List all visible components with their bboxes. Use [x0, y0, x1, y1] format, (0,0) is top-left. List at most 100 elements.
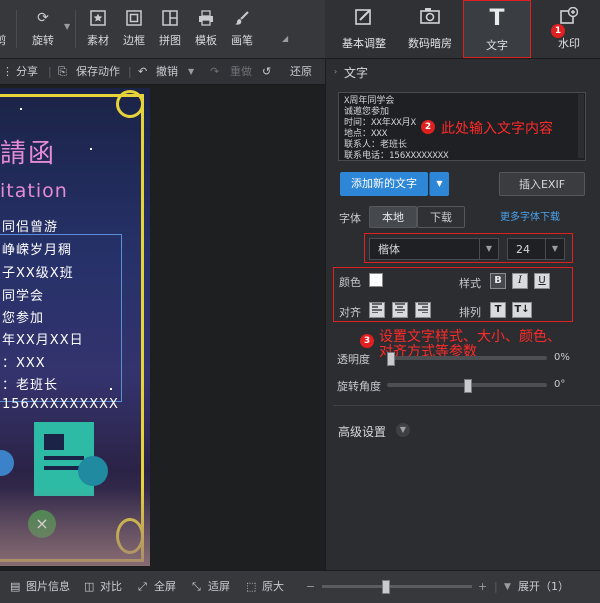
rotate-dropdown-icon[interactable]: ▼	[64, 22, 70, 31]
opacity-slider-thumb[interactable]	[387, 352, 395, 366]
panel-divider	[333, 405, 600, 406]
save-action-icon: ⎘	[58, 65, 67, 78]
textarea-line: 联系人：老班长	[344, 140, 408, 150]
font-family-select[interactable]: 楷体 ▼	[369, 238, 499, 260]
adjust-icon	[355, 7, 373, 29]
annotation-text-2: 此处输入文字内容	[441, 121, 553, 137]
poster-line: ：XXX	[2, 356, 46, 371]
font-size-select[interactable]: 24 ▼	[507, 238, 565, 260]
vertical-text-button[interactable]: T↓	[512, 302, 532, 318]
opacity-label: 透明度	[337, 353, 370, 366]
crop-icon	[0, 10, 10, 26]
align-left-button[interactable]	[369, 302, 385, 318]
toolbar-divider	[16, 10, 17, 48]
toolbar-item-collage[interactable]: 拼图	[152, 0, 188, 58]
add-text-dropdown-icon[interactable]: ▼	[429, 172, 449, 196]
zoom-out-icon[interactable]: −	[306, 571, 315, 603]
toolbar-label-template: 模板	[195, 34, 217, 47]
poster-line: 年XX月XX日	[2, 333, 84, 348]
expand-button[interactable]: 展开（1）	[518, 571, 569, 603]
zoom-slider-thumb[interactable]	[382, 580, 390, 594]
compare-button[interactable]: 对比	[100, 571, 122, 603]
zoom-in-icon[interactable]: +	[478, 571, 487, 603]
poster-title: 請函	[0, 139, 57, 169]
more-tools-icon[interactable]: ◢	[282, 34, 288, 43]
chevron-down-icon[interactable]: ▼	[396, 423, 410, 437]
horizontal-text-button[interactable]: T	[490, 302, 506, 318]
align-label: 对齐	[339, 306, 361, 319]
doc-block	[44, 434, 64, 450]
bold-button[interactable]: B	[490, 273, 506, 289]
textarea-scrollbar[interactable]	[578, 94, 584, 158]
restore-icon: ↺	[262, 65, 272, 78]
collage-icon	[161, 10, 179, 26]
original-size-button[interactable]: 原大	[262, 571, 284, 603]
mountain-illustration	[0, 488, 150, 566]
advanced-settings-label[interactable]: 高级设置	[338, 423, 386, 440]
align-right-icon	[418, 303, 428, 314]
toolbar-item-template[interactable]: 模板	[188, 0, 224, 58]
section-collapse-icon[interactable]: ›	[334, 67, 337, 76]
font-tab-local[interactable]: 本地	[369, 206, 417, 228]
textarea-line: X周年同学会	[344, 96, 395, 106]
redo-icon: ↷	[210, 65, 220, 78]
poster-line: 峥嵘岁月稠	[2, 243, 73, 258]
image-info-button[interactable]: 图片信息	[26, 571, 70, 603]
tab-watermark[interactable]: 水印	[539, 0, 599, 58]
toolbar-item-rotate[interactable]: ⟳ 旋转	[24, 0, 62, 58]
zoom-slider[interactable]	[322, 585, 472, 588]
bar-divider: |	[494, 580, 498, 593]
toolbar-item-frame[interactable]: 边框	[116, 0, 152, 58]
undo-dropdown-icon[interactable]: ▼	[188, 59, 194, 84]
save-action-button[interactable]: 保存动作	[76, 59, 120, 84]
toolbar-label-material: 素材	[87, 34, 109, 47]
annotation-badge-1: 1	[551, 24, 565, 38]
toolbar-item-brush[interactable]: 画笔	[224, 0, 260, 58]
annotation-badge-3: 3	[360, 334, 374, 348]
toolbar-partial-label: 剪	[0, 34, 7, 47]
add-text-button[interactable]: 添加新的文字	[340, 172, 428, 196]
redo-button[interactable]: 重做	[230, 59, 252, 84]
restore-button[interactable]: 还原	[290, 59, 312, 84]
image-info-icon: ▤	[10, 580, 21, 593]
textarea-line: 联系电话：156XXXXXXXX	[344, 151, 449, 161]
share-button[interactable]: 分享	[16, 59, 38, 84]
toolbar-item-partial[interactable]: 剪	[0, 0, 8, 58]
compare-icon: ◫	[84, 580, 95, 593]
rotation-slider-thumb[interactable]	[464, 379, 472, 393]
align-center-button[interactable]	[392, 302, 408, 318]
tab-text[interactable]: T 文字	[463, 0, 531, 58]
font-tab-download[interactable]: 下载	[417, 206, 465, 228]
horizontal-text-icon: T	[494, 304, 502, 315]
insert-exif-button[interactable]: 插入EXIF	[499, 172, 585, 196]
more-fonts-link[interactable]: 更多字体下载	[500, 208, 560, 223]
align-right-button[interactable]	[415, 302, 431, 318]
underline-button[interactable]: U	[534, 273, 550, 289]
printer-icon	[197, 10, 215, 26]
text-icon: T	[489, 5, 505, 31]
bar-divider: |	[128, 65, 132, 78]
fit-button[interactable]: 适屏	[208, 571, 230, 603]
undo-icon: ↶	[138, 65, 148, 78]
color-swatch[interactable]	[369, 273, 383, 287]
poster-line: 您参加	[2, 311, 45, 326]
undo-button[interactable]: 撤销	[156, 59, 178, 84]
vertical-text-icon: T↓	[514, 304, 530, 315]
poster-image[interactable]: 請函 itation 同侣曾游 峥嵘岁月稠 子XX级X班 同学会 您参加 年XX…	[0, 88, 150, 566]
poster-line: 子XX级X班	[2, 266, 74, 281]
tab-basic-adjust[interactable]: 基本调整	[331, 0, 397, 58]
brush-icon	[233, 10, 251, 26]
font-family-value: 楷体	[378, 243, 400, 256]
italic-button[interactable]: I	[512, 273, 528, 289]
frame-icon	[125, 10, 143, 26]
font-label: 字体	[339, 212, 361, 225]
spiral-ornament	[116, 90, 144, 118]
toolbar-item-material[interactable]: 素材	[80, 0, 116, 58]
tab-darkroom[interactable]: 数码暗房	[397, 0, 463, 58]
section-title: 文字	[344, 66, 369, 80]
star-icon	[89, 10, 107, 26]
opacity-slider[interactable]	[387, 356, 547, 360]
fullscreen-button[interactable]: 全屏	[154, 571, 176, 603]
main-toolbar: 剪 ⟳ 旋转 ▼ 素材 边框 拼图 模板 画笔 ◢	[0, 0, 325, 59]
toolbar-label-frame: 边框	[123, 34, 145, 47]
